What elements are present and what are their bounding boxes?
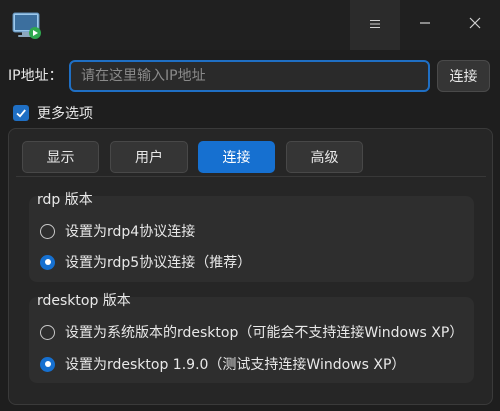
rdp5-label: 设置为rdp5协议连接（推荐） [65, 255, 252, 271]
menu-button[interactable] [350, 0, 400, 50]
rdesktop-system-label: 设置为系统版本的rdesktop（可能会不支持连接Windows XP） [65, 325, 464, 341]
close-icon [469, 17, 481, 33]
minimize-icon [419, 17, 431, 33]
rdp4-radio[interactable] [40, 223, 55, 239]
ip-address-input[interactable] [69, 60, 430, 92]
rdesktop-190-option[interactable]: 设置为rdesktop 1.9.0（测试支持连接Windows XP） [40, 354, 405, 374]
rdesktop-system-option[interactable]: 设置为系统版本的rdesktop（可能会不支持连接Windows XP） [40, 322, 463, 342]
checkmark-icon [16, 109, 26, 118]
rdesktop-system-radio[interactable] [40, 324, 55, 340]
tab-divider [16, 176, 486, 177]
close-button[interactable] [450, 0, 500, 50]
tab-connection[interactable]: 连接 [198, 141, 275, 173]
minimize-button[interactable] [400, 0, 450, 50]
hamburger-menu-icon [369, 18, 381, 33]
tab-display[interactable]: 显示 [22, 141, 99, 173]
rdesktop-version-title: rdesktop 版本 [37, 293, 131, 309]
rdp4-label: 设置为rdp4协议连接 [65, 224, 196, 240]
rdp-version-title: rdp 版本 [37, 192, 93, 208]
more-options-toggle[interactable]: 更多选项 [13, 103, 93, 123]
more-options-checkbox[interactable] [13, 105, 29, 121]
rdesktop-190-label: 设置为rdesktop 1.9.0（测试支持连接Windows XP） [65, 357, 406, 373]
more-options-label: 更多选项 [37, 106, 93, 122]
tab-advanced[interactable]: 高级 [286, 141, 363, 173]
connect-button[interactable]: 连接 [437, 60, 490, 92]
rdp5-option[interactable]: 设置为rdp5协议连接（推荐） [40, 252, 251, 272]
remote-desktop-icon [11, 11, 43, 41]
rdp4-option[interactable]: 设置为rdp4协议连接 [40, 221, 195, 241]
ip-address-label: IP地址： [8, 68, 63, 84]
rdesktop-190-radio[interactable] [40, 356, 55, 372]
rdp5-radio[interactable] [40, 254, 55, 270]
title-bar [0, 0, 500, 50]
tab-user[interactable]: 用户 [110, 141, 188, 173]
